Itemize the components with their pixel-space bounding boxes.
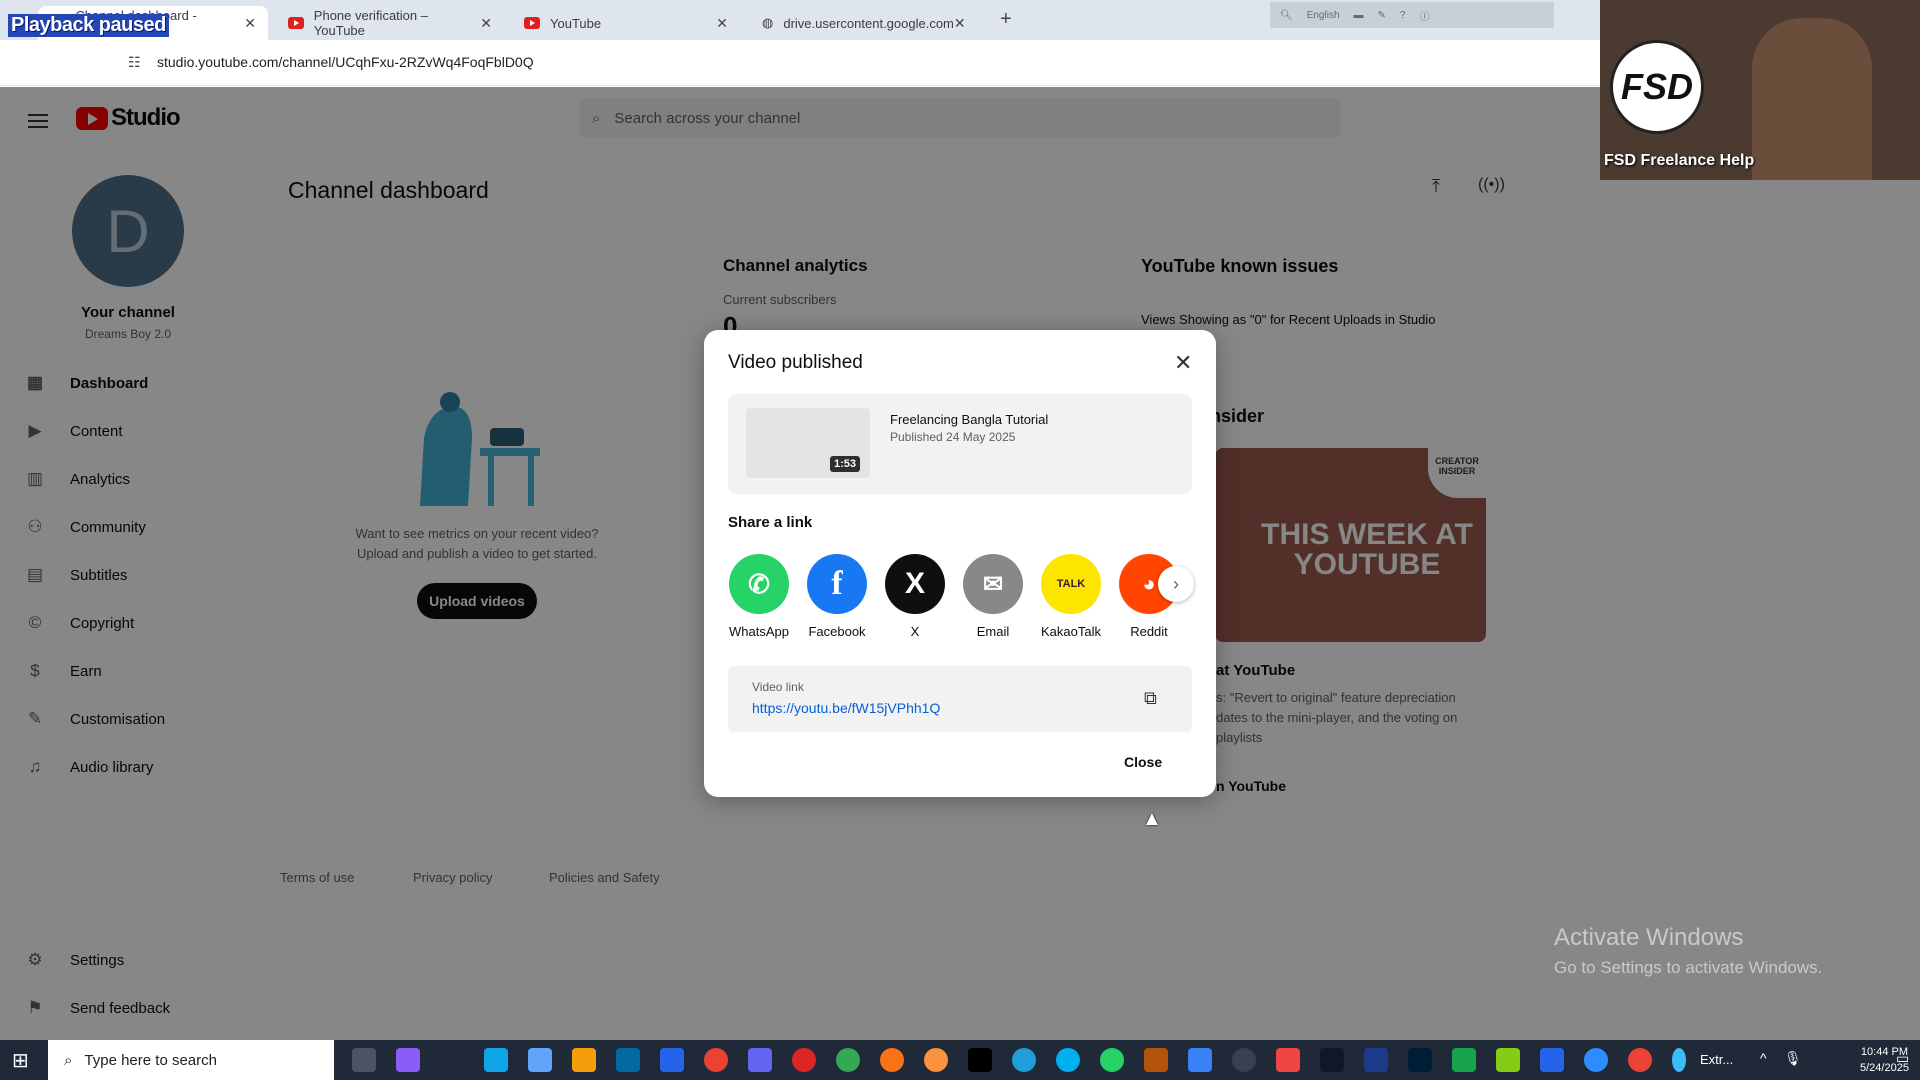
facebook-icon: f	[807, 554, 867, 614]
tiktok-icon[interactable]	[968, 1048, 992, 1072]
youtube-favicon-icon	[524, 17, 540, 29]
close-tab-icon[interactable]: ✕	[716, 15, 728, 32]
close-icon[interactable]: ✕	[1174, 350, 1192, 376]
zoom-app-icon[interactable]	[1584, 1048, 1608, 1072]
pen-icon[interactable]: ✎	[1378, 10, 1386, 21]
bluestacks-icon[interactable]	[1496, 1048, 1520, 1072]
minimize-icon[interactable]: ▬	[1354, 10, 1364, 21]
taskbar-extra-label[interactable]: Extr...	[1700, 1052, 1733, 1067]
webcam-overlay: FSD FSD Freelance Help	[1600, 0, 1920, 180]
obs-icon[interactable]	[1232, 1048, 1256, 1072]
video-link-label: Video link	[752, 680, 804, 694]
share-kakaotalk[interactable]: TALK KakaoTalk	[1038, 554, 1104, 639]
playback-paused-overlay: Playback paused	[8, 14, 169, 37]
duckduckgo-icon[interactable]	[880, 1048, 904, 1072]
kakaotalk-icon: TALK	[1041, 554, 1101, 614]
outlook-icon[interactable]	[616, 1048, 640, 1072]
share-facebook[interactable]: f Facebook	[804, 554, 870, 639]
screen-recorder-toolbar: 🔍︎ English ▬ ✎ ? ⓘ	[1270, 2, 1554, 28]
edge-icon[interactable]	[484, 1048, 508, 1072]
anydesk-icon[interactable]	[1276, 1048, 1300, 1072]
youtube-favicon-icon	[288, 17, 304, 29]
new-tab-button[interactable]: +	[1000, 8, 1012, 31]
whatsapp-icon: ✆	[729, 554, 789, 614]
mouse-cursor-icon: ▲	[1142, 808, 1162, 830]
webcam-caption: FSD Freelance Help	[1604, 152, 1755, 169]
globe-icon: ◍	[762, 15, 774, 30]
url-field[interactable]: studio.youtube.com/channel/UCqhFxu-2RZvW…	[157, 54, 534, 70]
tab-phone-verification[interactable]: Phone verification – YouTube ✕	[276, 6, 504, 40]
x-icon: X	[885, 554, 945, 614]
microphone-icon[interactable]: 🎙︎	[1784, 1050, 1802, 1067]
chevron-up-icon[interactable]: ^	[1760, 1050, 1767, 1066]
telegram-icon[interactable]	[1012, 1048, 1036, 1072]
share-x[interactable]: X X	[882, 554, 948, 639]
tab-youtube[interactable]: YouTube ✕	[512, 6, 740, 40]
file-explorer-icon[interactable]	[572, 1048, 596, 1072]
email-icon: ✉	[963, 554, 1023, 614]
app-icon-6[interactable]	[1540, 1048, 1564, 1072]
video-title: Freelancing Bangla Tutorial	[890, 412, 1049, 427]
chevron-right-icon[interactable]: ›	[1158, 566, 1194, 602]
close-tab-icon[interactable]: ✕	[954, 15, 966, 32]
video-link-box: Video link https://youtu.be/fW15jVPhh1Q …	[728, 666, 1192, 732]
tab-drive[interactable]: ◍ drive.usercontent.google.com ✕	[750, 6, 976, 40]
app-icon-4[interactable]	[1364, 1048, 1388, 1072]
zoom-icon[interactable]: 🔍︎	[1280, 10, 1293, 21]
search-icon: ⌕	[64, 1051, 73, 1069]
chrome-2-icon[interactable]	[1628, 1048, 1652, 1072]
presenter-image	[1752, 18, 1872, 180]
video-duration: 1:53	[830, 456, 861, 472]
whatsapp-taskbar-icon[interactable]	[1100, 1048, 1124, 1072]
close-tab-icon[interactable]: ✕	[480, 15, 492, 32]
copy-icon[interactable]: ⧉	[1144, 688, 1157, 709]
close-tab-icon[interactable]: ✕	[244, 15, 256, 32]
help-icon[interactable]: ?	[1400, 10, 1406, 21]
dialog-title: Video published	[728, 352, 863, 373]
taskbar-search-input[interactable]: ⌕ Type here to search	[48, 1040, 334, 1080]
capcut-icon[interactable]	[1320, 1048, 1344, 1072]
photoshop-icon[interactable]	[1408, 1048, 1432, 1072]
close-button[interactable]: Close	[1122, 750, 1164, 774]
browser-tab-strip: Channel dashboard - YouTube ✕ Phone veri…	[0, 0, 1600, 40]
chrome-profile-icon[interactable]	[836, 1048, 860, 1072]
share-whatsapp[interactable]: ✆ WhatsApp	[726, 554, 792, 639]
address-bar: ← → ↻ ☷ studio.youtube.com/channel/UCqhF…	[0, 40, 1600, 112]
task-view-icon[interactable]	[352, 1048, 376, 1072]
video-published-date: Published 24 May 2025	[890, 430, 1016, 444]
app-icon-5[interactable]	[1452, 1048, 1476, 1072]
drop-icon[interactable]	[1672, 1048, 1686, 1072]
store-icon[interactable]	[660, 1048, 684, 1072]
app-icon[interactable]	[748, 1048, 772, 1072]
info-icon[interactable]: ⓘ	[1419, 8, 1429, 23]
video-card: 1:53 Freelancing Bangla Tutorial Publish…	[728, 394, 1192, 494]
language-label[interactable]: English	[1307, 10, 1340, 21]
video-published-dialog: Video published ✕ 1:53 Freelancing Bangl…	[704, 330, 1216, 797]
skype-icon[interactable]	[1056, 1048, 1080, 1072]
activate-windows-subtitle: Go to Settings to activate Windows.	[1554, 958, 1823, 977]
chrome-icon[interactable]	[704, 1048, 728, 1072]
activate-windows-title: Activate Windows	[1554, 924, 1744, 951]
video-link-url[interactable]: https://youtu.be/fW15jVPhh1Q	[752, 700, 940, 716]
app-icon-3[interactable]	[1188, 1048, 1212, 1072]
opera-icon[interactable]	[792, 1048, 816, 1072]
fsd-logo: FSD	[1610, 40, 1704, 134]
app-icon-2[interactable]	[1144, 1048, 1168, 1072]
calculator-icon[interactable]	[528, 1048, 552, 1072]
firefox-icon[interactable]	[924, 1048, 948, 1072]
windows-start-icon[interactable]: ⊞	[12, 1048, 29, 1073]
copilot-icon[interactable]	[396, 1048, 420, 1072]
share-email[interactable]: ✉ Email	[960, 554, 1026, 639]
notification-icon[interactable]: ▭	[1896, 1050, 1909, 1067]
share-heading: Share a link	[728, 514, 813, 531]
site-info-icon[interactable]: ☷	[128, 54, 141, 71]
